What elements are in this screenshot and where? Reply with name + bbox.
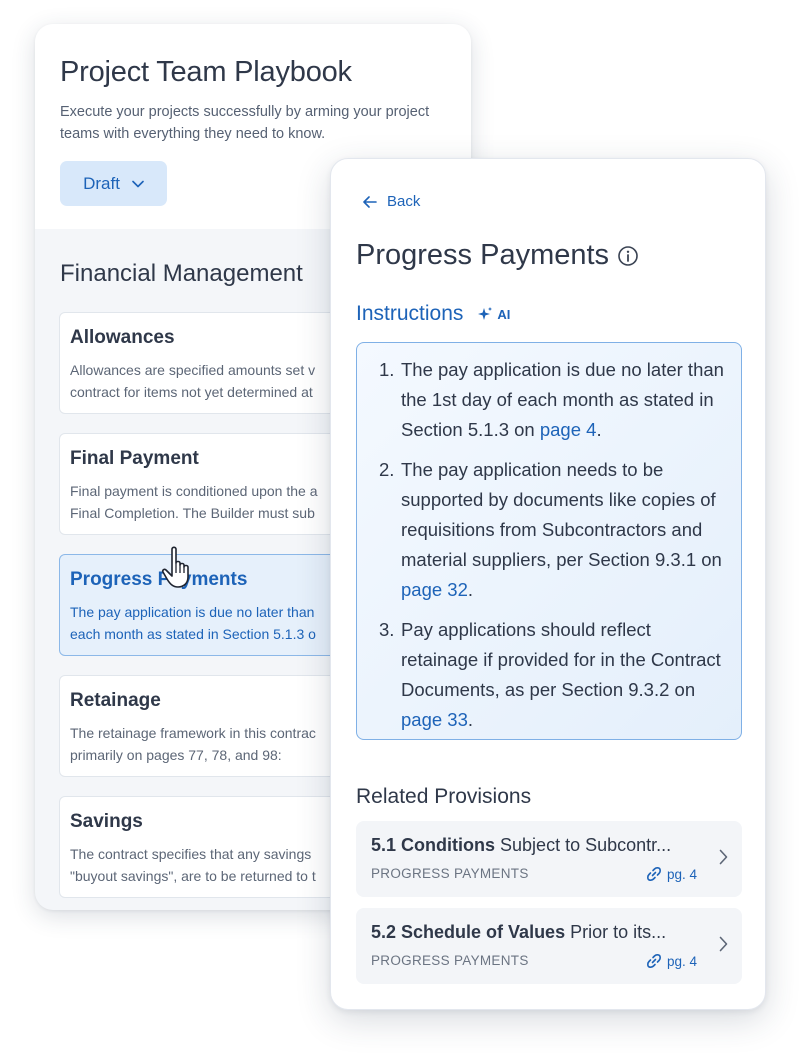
provision-card[interactable]: 5.2 Schedule of Values Prior to its... P… bbox=[356, 908, 742, 984]
page-link[interactable]: page 32 bbox=[401, 579, 468, 600]
link-icon bbox=[646, 867, 661, 881]
entry-savings[interactable]: Savings The contract specifies that any … bbox=[59, 796, 359, 898]
entry-final-payment[interactable]: Final Payment Final payment is condition… bbox=[59, 433, 359, 535]
info-icon[interactable] bbox=[617, 245, 639, 267]
entry-progress-payments[interactable]: Progress Payments The pay application is… bbox=[59, 554, 359, 656]
entry-title: Final Payment bbox=[70, 448, 199, 469]
entry-summary: The pay application is due no later than… bbox=[70, 604, 316, 642]
back-button[interactable]: Back bbox=[363, 193, 420, 210]
entry-title: Retainage bbox=[70, 690, 161, 711]
related-provisions-title: Related Provisions bbox=[356, 785, 532, 808]
provision-summary: 5.1 Conditions Subject to Subcontr... bbox=[371, 835, 672, 855]
detail-panel: Back Progress Payments Instructions AI 1… bbox=[330, 158, 766, 1010]
entry-summary: The contract specifies that any savings "… bbox=[70, 846, 316, 884]
entry-title: Savings bbox=[70, 811, 143, 832]
chevron-right-icon bbox=[719, 849, 728, 865]
status-dropdown[interactable]: Draft bbox=[60, 161, 167, 206]
page-link[interactable]: page 33 bbox=[401, 709, 468, 730]
section-title: Financial Management bbox=[60, 260, 303, 287]
provision-category: PROGRESS PAYMENTS bbox=[371, 953, 529, 968]
instruction-item: 1. The pay application is due no later t… bbox=[379, 359, 724, 440]
page-link[interactable]: page 4 bbox=[540, 419, 597, 440]
entry-summary: Final payment is conditioned upon the aF… bbox=[70, 483, 318, 521]
chevron-right-icon bbox=[719, 936, 728, 952]
entry-allowances[interactable]: Allowances Allowances are specified amou… bbox=[59, 312, 359, 414]
instructions-label: Instructions bbox=[356, 302, 464, 325]
provision-card[interactable]: 5.1 Conditions Subject to Subcontr... PR… bbox=[356, 821, 742, 897]
instruction-item: 2. The pay application needs to be suppo… bbox=[379, 459, 722, 600]
arrow-left-icon bbox=[363, 195, 377, 208]
provision-category: PROGRESS PAYMENTS bbox=[371, 866, 529, 881]
link-icon bbox=[646, 954, 661, 968]
instructions-header: Instructions AI bbox=[356, 302, 510, 326]
entry-title: Allowances bbox=[70, 327, 175, 348]
status-label: Draft bbox=[83, 173, 120, 193]
playbook-title: Project Team Playbook bbox=[60, 56, 352, 88]
entry-summary: Allowances are specified amounts set v co… bbox=[70, 362, 316, 400]
detail-title-row: Progress Payments bbox=[356, 239, 639, 272]
playbook-description: Execute your projects successfully by ar… bbox=[60, 104, 430, 142]
chevron-down-icon bbox=[132, 180, 144, 187]
back-label: Back bbox=[387, 193, 421, 210]
provision-summary: 5.2 Schedule of Values Prior to its... bbox=[371, 922, 667, 942]
ai-badge: AI bbox=[477, 306, 510, 322]
instruction-item: 3. Pay applications should reflect retai… bbox=[379, 619, 721, 730]
provision-page-link[interactable]: pg. 4 bbox=[646, 866, 697, 882]
entry-title: Progress Payments bbox=[70, 569, 248, 590]
hand-cursor-icon bbox=[161, 546, 189, 588]
entry-retainage[interactable]: Retainage The retainage framework in thi… bbox=[59, 675, 359, 777]
detail-title: Progress Payments bbox=[356, 239, 610, 271]
provision-page-link[interactable]: pg. 4 bbox=[646, 953, 697, 969]
sparkle-icon bbox=[478, 307, 493, 320]
entry-summary: The retainage framework in this contrac p… bbox=[70, 725, 316, 763]
instructions-box: 1. The pay application is due no later t… bbox=[356, 342, 742, 740]
